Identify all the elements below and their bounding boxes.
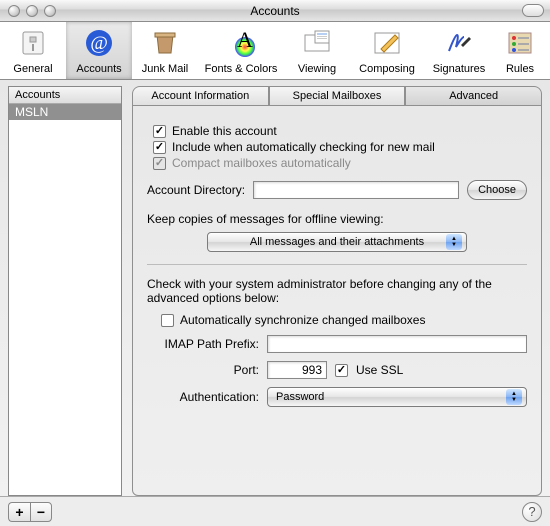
bottom-bar: + − ? [0, 496, 550, 526]
help-button[interactable]: ? [522, 502, 542, 522]
titlebar: Accounts [0, 0, 550, 22]
auto-sync-row[interactable]: Automatically synchronize changed mailbo… [147, 313, 527, 327]
account-directory-label: Account Directory: [147, 183, 245, 197]
signatures-icon [443, 27, 475, 59]
preferences-toolbar: General @ Accounts Junk Mail A Fonts & C… [0, 22, 550, 80]
toolbar-label: Viewing [298, 63, 336, 75]
toolbar-label: Signatures [433, 63, 486, 75]
auto-sync-label: Automatically synchronize changed mailbo… [180, 313, 425, 327]
keep-copies-label: Keep copies of messages for offline view… [147, 212, 527, 226]
accounts-icon: @ [83, 27, 115, 59]
tab-special-mailboxes[interactable]: Special Mailboxes [269, 86, 406, 105]
fonts-colors-icon: A [225, 27, 257, 59]
toolbar-accounts[interactable]: @ Accounts [66, 22, 132, 79]
advanced-panel: Enable this account Include when automat… [132, 105, 542, 496]
compact-mailboxes-checkbox [153, 157, 166, 170]
enable-account-label: Enable this account [172, 124, 277, 138]
add-remove-buttons: + − [8, 502, 52, 522]
keep-copies-select[interactable]: All messages and their attachments ▲▼ [207, 232, 467, 252]
general-icon [17, 27, 49, 59]
toolbar-general[interactable]: General [0, 22, 66, 79]
imap-prefix-label: IMAP Path Prefix: [147, 337, 259, 351]
use-ssl-label: Use SSL [356, 363, 403, 377]
choose-button[interactable]: Choose [467, 180, 527, 200]
authentication-label: Authentication: [147, 390, 259, 404]
divider [147, 264, 527, 265]
include-auto-check-row[interactable]: Include when automatically checking for … [147, 140, 527, 154]
toolbar-label: Fonts & Colors [205, 63, 278, 75]
tab-advanced[interactable]: Advanced [405, 86, 542, 105]
tab-account-information[interactable]: Account Information [132, 86, 269, 105]
toolbar-label: Composing [359, 63, 415, 75]
imap-prefix-input[interactable] [267, 335, 527, 353]
composing-icon [371, 27, 403, 59]
use-ssl-checkbox[interactable] [335, 364, 348, 377]
accounts-sidebar: Accounts MSLN [8, 86, 122, 496]
remove-account-button[interactable]: − [30, 502, 52, 522]
window-title: Accounts [0, 4, 550, 18]
keep-copies-value: All messages and their attachments [250, 236, 424, 248]
admin-note: Check with your system administrator bef… [147, 277, 527, 305]
select-arrows-icon: ▲▼ [506, 389, 522, 405]
account-list-item[interactable]: MSLN [9, 104, 121, 120]
compact-mailboxes-label: Compact mailboxes automatically [172, 156, 351, 170]
toolbar-signatures[interactable]: Signatures [424, 22, 494, 79]
toolbar-composing[interactable]: Composing [350, 22, 424, 79]
include-auto-check-label: Include when automatically checking for … [172, 140, 435, 154]
account-tabs: Account Information Special Mailboxes Ad… [132, 86, 542, 105]
auto-sync-checkbox[interactable] [161, 314, 174, 327]
junk-mail-icon [149, 27, 181, 59]
toolbar-junk-mail[interactable]: Junk Mail [132, 22, 198, 79]
toolbar-label: Rules [506, 63, 534, 75]
account-directory-input[interactable] [253, 181, 459, 199]
enable-account-checkbox[interactable] [153, 125, 166, 138]
enable-account-row[interactable]: Enable this account [147, 124, 527, 138]
svg-text:A: A [237, 27, 253, 52]
authentication-value: Password [276, 391, 324, 403]
authentication-select[interactable]: Password ▲▼ [267, 387, 527, 407]
toolbar-rules[interactable]: Rules [494, 22, 546, 79]
toolbar-toggle-pill[interactable] [522, 4, 544, 17]
toolbar-fonts-colors[interactable]: A Fonts & Colors [198, 22, 284, 79]
select-arrows-icon: ▲▼ [446, 234, 462, 250]
toolbar-viewing[interactable]: Viewing [284, 22, 350, 79]
port-label: Port: [147, 363, 259, 377]
viewing-icon [301, 27, 333, 59]
compact-mailboxes-row: Compact mailboxes automatically [147, 156, 527, 170]
rules-icon [504, 27, 536, 59]
toolbar-label: Junk Mail [142, 63, 188, 75]
include-auto-check-checkbox[interactable] [153, 141, 166, 154]
svg-text:@: @ [90, 33, 107, 54]
port-input[interactable] [267, 361, 327, 379]
toolbar-label: Accounts [76, 63, 121, 75]
sidebar-header[interactable]: Accounts [9, 87, 121, 104]
toolbar-label: General [13, 63, 52, 75]
add-account-button[interactable]: + [8, 502, 30, 522]
